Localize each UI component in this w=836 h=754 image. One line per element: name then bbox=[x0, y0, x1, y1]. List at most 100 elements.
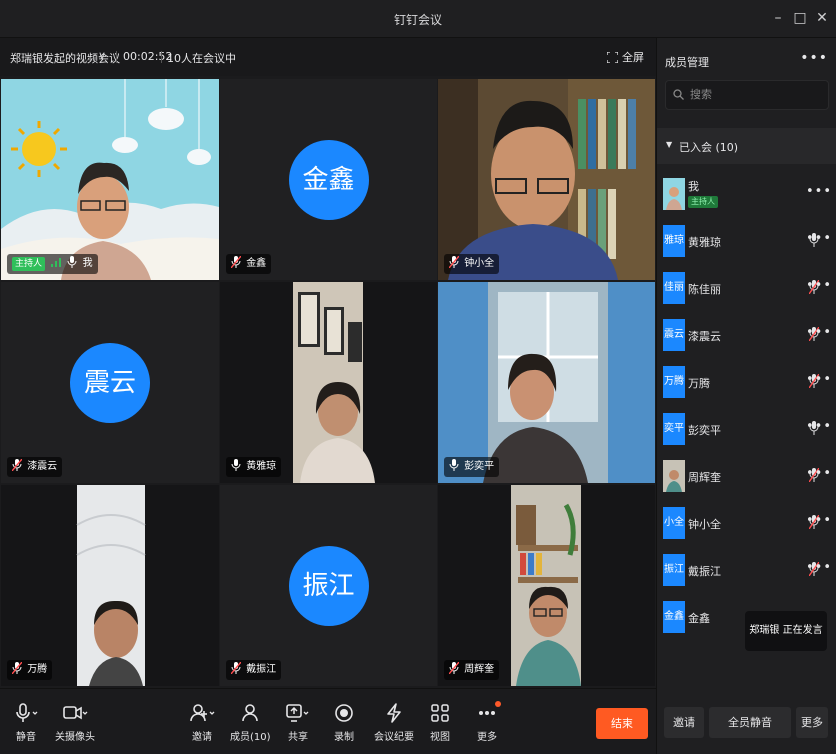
member-item[interactable]: 震云 漆震云 ••• bbox=[657, 315, 836, 355]
member-item[interactable]: 振江 戴振江 ••• bbox=[657, 550, 836, 590]
invite-button[interactable]: 邀请 bbox=[182, 703, 222, 743]
member-more-icon[interactable]: ••• bbox=[806, 325, 832, 340]
panel-invite-button[interactable]: 邀请 bbox=[664, 707, 704, 738]
avatar bbox=[663, 178, 685, 210]
avatar-photo bbox=[663, 460, 685, 492]
group-label: 已入会 (10) bbox=[679, 141, 739, 154]
member-item-me[interactable]: 我 主持人 ••• bbox=[657, 174, 836, 214]
divider bbox=[116, 51, 117, 63]
video-tile-daizhenjiang[interactable]: 振江 戴振江 bbox=[220, 485, 437, 686]
meeting-info-bar: 郑瑞银发起的视频会议 ∨ 00:02:52 10人在会议中 全屏 bbox=[0, 38, 656, 76]
member-more-icon[interactable]: ••• bbox=[806, 184, 832, 199]
name-tag: 彭奕平 bbox=[444, 457, 500, 477]
close-icon[interactable]: ✕ bbox=[812, 8, 832, 28]
minimize-icon[interactable]: – bbox=[768, 8, 788, 28]
member-search-input[interactable]: 搜索 bbox=[665, 80, 829, 110]
video-tile-pengyiping[interactable]: 彭奕平 bbox=[438, 282, 655, 483]
member-item[interactable]: 雅琼 黄雅琼 ••• bbox=[657, 221, 836, 261]
member-name: 陈佳丽 bbox=[688, 283, 721, 296]
host-badge: 主持人 bbox=[12, 257, 46, 271]
member-more-icon[interactable]: ••• bbox=[806, 372, 832, 387]
name-tag: 钟小全 bbox=[444, 254, 500, 274]
member-name: 我 bbox=[688, 180, 699, 193]
participant-count: 10人在会议中 bbox=[167, 52, 236, 65]
panel-more-button[interactable]: 更多 bbox=[796, 707, 828, 738]
video-tile-wanteng[interactable]: 万腾 bbox=[1, 485, 219, 686]
caret-down-icon: ▼ bbox=[666, 140, 673, 149]
members-button[interactable]: 成员(10) bbox=[230, 703, 271, 743]
member-item[interactable]: 奕平 彭奕平 ••• bbox=[657, 409, 836, 449]
microphone-muted-icon bbox=[12, 459, 22, 471]
participant-name: 彭奕平 bbox=[464, 461, 495, 472]
members-label: 成员(10) bbox=[230, 732, 271, 743]
mute-all-button[interactable]: 全员静音 bbox=[709, 707, 791, 738]
fullscreen-button[interactable]: 全屏 bbox=[606, 49, 644, 65]
video-feed bbox=[438, 282, 655, 483]
member-more-icon[interactable]: ••• bbox=[806, 513, 832, 528]
avatar: 振江 bbox=[663, 554, 685, 586]
meeting-timer: 00:02:52 bbox=[123, 50, 173, 63]
camera-icon bbox=[63, 706, 88, 720]
joined-group-header[interactable]: ▼ 已入会 (10) bbox=[657, 128, 836, 164]
name-tag: 万腾 bbox=[7, 660, 53, 680]
avatar: 奕平 bbox=[663, 413, 685, 445]
avatar: 万腾 bbox=[663, 366, 685, 398]
member-more-icon[interactable]: ••• bbox=[806, 466, 832, 481]
member-item[interactable]: 万腾 万腾 ••• bbox=[657, 362, 836, 402]
camera-label: 关摄像头 bbox=[55, 732, 95, 743]
chevron-down-icon[interactable]: ∨ bbox=[98, 49, 106, 62]
video-tile-zhouhuikui[interactable]: 周辉奎 bbox=[438, 485, 655, 686]
signal-icon bbox=[51, 258, 62, 267]
avatar: 雅琼 bbox=[663, 225, 685, 257]
view-button[interactable]: 视图 bbox=[420, 703, 460, 743]
microphone-icon bbox=[67, 256, 77, 268]
name-tag: 周辉奎 bbox=[444, 660, 500, 680]
more-label: 更多 bbox=[477, 732, 497, 743]
member-more-icon[interactable]: ••• bbox=[806, 419, 832, 434]
member-item[interactable]: 佳丽 陈佳丽 ••• bbox=[657, 268, 836, 308]
add-user-icon bbox=[190, 704, 215, 722]
microphone-muted-icon bbox=[12, 662, 22, 674]
member-name: 钟小全 bbox=[688, 518, 721, 531]
end-meeting-button[interactable]: 结束 bbox=[596, 708, 648, 739]
camera-off-button[interactable]: 关摄像头 bbox=[52, 703, 98, 743]
microphone-muted-icon bbox=[449, 256, 459, 268]
more-dots-icon bbox=[479, 711, 495, 715]
avatar: 震云 bbox=[70, 342, 150, 423]
member-item[interactable]: 周辉奎 ••• bbox=[657, 456, 836, 496]
meeting-toolbar: 静音 关摄像头 邀请 成员(10) 共享 录制 会议纪要 视图 更多 结束 bbox=[0, 688, 656, 754]
microphone-muted-icon bbox=[449, 662, 459, 674]
member-name: 漆震云 bbox=[688, 330, 721, 343]
member-name: 万腾 bbox=[688, 377, 710, 390]
participant-name: 周辉奎 bbox=[464, 664, 495, 675]
participant-name: 我 bbox=[82, 258, 93, 269]
panel-title: 成员管理 bbox=[665, 56, 709, 69]
member-more-icon[interactable]: ••• bbox=[806, 560, 832, 575]
microphone-muted-icon bbox=[231, 662, 241, 674]
record-button[interactable]: 录制 bbox=[324, 703, 364, 743]
fullscreen-label: 全屏 bbox=[622, 51, 644, 64]
member-more-icon[interactable]: ••• bbox=[806, 231, 832, 246]
share-button[interactable]: 共享 bbox=[278, 703, 318, 743]
more-button[interactable]: 更多 bbox=[467, 701, 507, 743]
video-tile-zhongxiaoquan[interactable]: 钟小全 bbox=[438, 79, 655, 280]
member-item[interactable]: 小全 钟小全 ••• bbox=[657, 503, 836, 543]
fullscreen-icon bbox=[606, 51, 619, 64]
avatar: 小全 bbox=[663, 507, 685, 539]
name-tag: 漆震云 bbox=[7, 457, 63, 477]
avatar-photo bbox=[663, 178, 685, 210]
mute-button[interactable]: 静音 bbox=[6, 703, 46, 743]
participant-name: 钟小全 bbox=[464, 258, 495, 269]
meeting-minutes-button[interactable]: 会议纪要 bbox=[372, 703, 416, 743]
video-tile-huangyaqiong[interactable]: 黄雅琼 bbox=[220, 282, 437, 483]
panel-more-icon[interactable]: ••• bbox=[800, 50, 828, 66]
video-tile-jinxin[interactable]: 金鑫 金鑫 bbox=[220, 79, 437, 280]
member-more-icon[interactable]: ••• bbox=[806, 278, 832, 293]
video-tile-qizhenyun[interactable]: 震云 漆震云 bbox=[1, 282, 219, 483]
notification-dot bbox=[495, 701, 501, 707]
record-label: 录制 bbox=[334, 732, 354, 743]
maximize-icon[interactable]: □ bbox=[790, 8, 810, 28]
video-tile-me[interactable]: 主持人 我 bbox=[1, 79, 219, 280]
avatar bbox=[663, 460, 685, 492]
microphone-icon bbox=[231, 459, 241, 471]
